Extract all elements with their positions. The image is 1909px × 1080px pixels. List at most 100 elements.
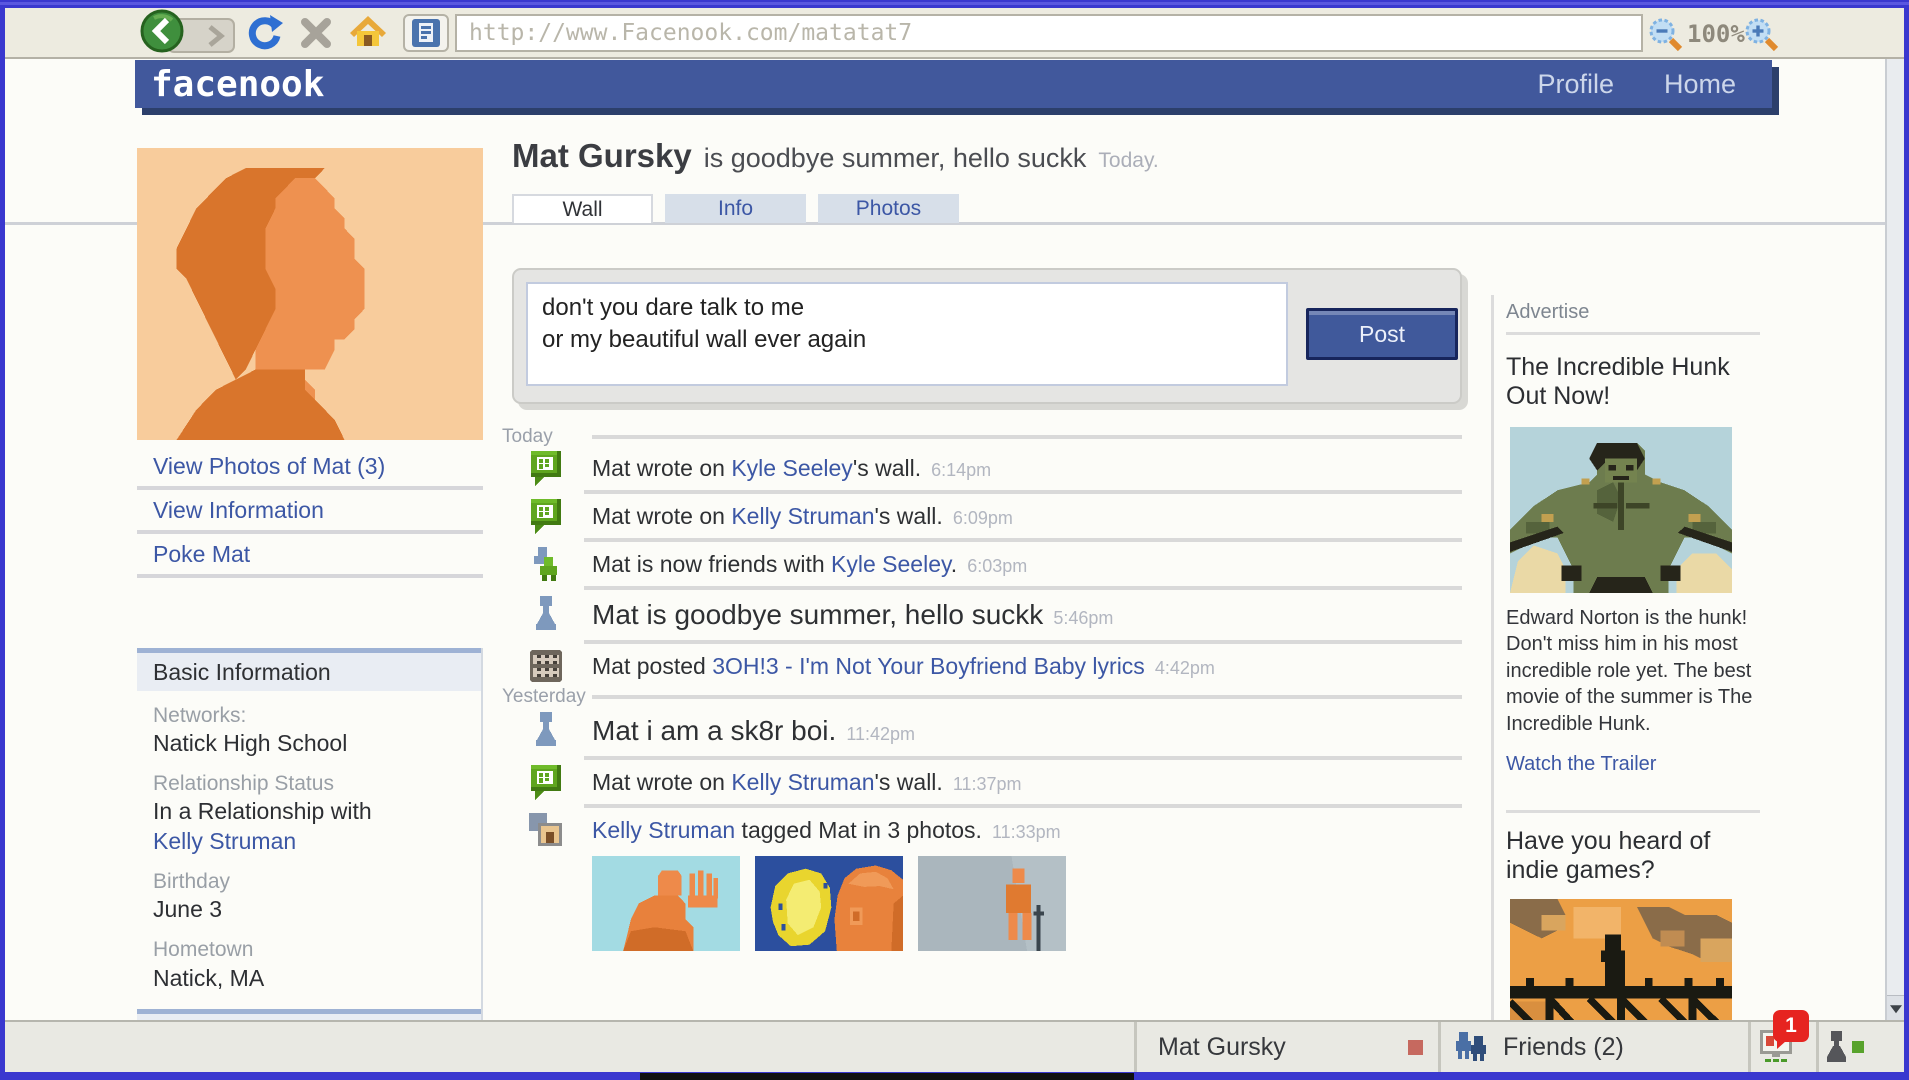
poke-link[interactable]: Poke Mat [153,541,250,568]
statusbar-divider [1816,1022,1819,1072]
feed-entry-segment: Mat i am a sk8r boi. [592,715,836,746]
zoom-in-button[interactable] [1743,16,1780,53]
feed-group-rule [592,435,1462,439]
feed-timestamp: 6:14pm [931,460,991,480]
address-bar[interactable]: http://www.Facenook.com/matatat7 [455,14,1643,52]
feed-entry-link[interactable]: Kyle Seeley [731,455,852,481]
feed-divider [584,538,1462,542]
basic-info-panel: Basic Information Networks:Natick High S… [137,648,483,1020]
scrollbar[interactable] [1885,59,1904,1020]
info-field-label: Birthday [153,869,481,895]
scroll-down-button[interactable] [1887,995,1904,1020]
info-field-value: In a Relationship with [153,797,481,827]
feed-timestamp: 11:33pm [992,822,1061,842]
feed-entry-segment: tagged Mat in 3 photos. [735,817,982,843]
feed-entry-segment: Mat is now friends with [592,551,831,577]
feed-entry-segment: Mat posted [592,653,712,679]
feed-group-rule [592,695,1462,699]
feed-divider [584,640,1462,644]
tagged-photo-1[interactable] [592,856,740,951]
statusbar-divider [1748,1022,1751,1072]
zoom-in-icon [1743,16,1780,53]
wall-post-input[interactable]: don't you dare talk to me or my beautifu… [526,282,1288,386]
info-field-label: Relationship Status [153,771,481,797]
feed-entry-segment: 's wall. [875,503,943,529]
site-logo: facenook [151,64,324,105]
away-status-square [1408,1040,1423,1055]
info-field-label: Networks: [153,703,481,729]
post-button[interactable]: Post [1306,308,1458,360]
feed-entry-link[interactable]: Kelly Struman [731,503,874,529]
zoom-out-button[interactable] [1647,16,1684,53]
watch-trailer-link[interactable]: Watch the Trailer [1506,753,1763,776]
feed-group-row: Today [512,427,1462,447]
feed-entry-link[interactable]: Kelly Struman [731,769,874,795]
nav-profile[interactable]: Profile [1537,69,1614,100]
window-top-border [0,2,1909,5]
site-header: facenook Profile Home [135,60,1772,108]
feed-entry-text: Mat wrote on Kelly Struman's wall.11:37p… [592,769,1022,796]
status-icon [528,596,564,634]
statusbar-divider [1438,1022,1441,1072]
sidebar-link-row: Poke Mat [137,534,483,578]
tab-wall[interactable]: Wall [512,194,653,223]
friends-section-title: Friends (4) [137,1009,481,1020]
feed-divider [584,490,1462,494]
basic-info-title: Basic Information [137,648,481,691]
feed-entry-segment: 's wall. [853,455,921,481]
feed-entry-link[interactable]: Kyle Seeley [831,551,951,577]
tagged-photo-3[interactable] [918,856,1066,951]
feed-group-row: Yesterday [512,687,1462,707]
ad1-body: Edward Norton is the hunk! Don't miss hi… [1506,605,1754,737]
feed-entry-segment: . [951,551,957,577]
feed-entry-link[interactable]: Kelly Struman [592,817,735,843]
ad-sidebar: Advertise The Incredible Hunk Out Now! [1491,295,1763,1020]
home-button[interactable] [349,14,387,52]
info-field-label: Hometown [153,937,481,963]
tagged-photos-row [592,856,1462,951]
ad-divider [1506,810,1760,813]
scroll-down-icon [1890,1005,1902,1013]
stop-button[interactable] [297,14,335,52]
tab-info[interactable]: Info [665,194,806,223]
feed-entry: Mat wrote on Kyle Seeley's wall.6:14pm [512,450,1462,486]
feed-entry-text: Mat wrote on Kyle Seeley's wall.6:14pm [592,455,991,482]
browser-toolbar: http://www.Facenook.com/matatat7 100% [5,8,1904,59]
feed-entry-text: Mat i am a sk8r boi.11:42pm [592,715,915,747]
profile-status-time: Today. [1098,149,1158,173]
friends-tab[interactable]: Friends (2) [1503,1022,1624,1072]
zoom-out-icon [1647,16,1684,53]
feed-entry: Mat is goodbye summer, hello suckk5:46pm [512,594,1462,636]
profile-picture [137,148,483,440]
profile-title: Mat Gursky is goodbye summer, hello suck… [512,137,1159,175]
friends-icon[interactable] [1455,1029,1491,1065]
feed-entry: Mat posted 3OH!3 - I'm Not Your Boyfrien… [512,648,1462,684]
feed-timestamp: 11:37pm [953,774,1022,794]
feed-divider [584,586,1462,590]
refresh-button[interactable] [245,14,283,52]
user-presence-icon[interactable] [1823,1030,1867,1066]
back-button[interactable] [139,8,185,54]
sidebar-link-row: View Information [137,490,483,534]
chat-tab-mat-gursky[interactable]: Mat Gursky [1158,1022,1286,1072]
feed-entry: Mat wrote on Kelly Struman's wall.11:37p… [512,764,1462,800]
view-photos-link[interactable]: View Photos of Mat (3) [153,453,385,480]
nav-home[interactable]: Home [1664,69,1736,100]
header-nav: Profile Home [1537,69,1736,100]
tab-photos[interactable]: Photos [818,194,959,223]
view-information-link[interactable]: View Information [153,497,324,524]
hulk-ad-image [1510,427,1732,593]
advertise-label: Advertise [1506,301,1763,324]
info-field-link[interactable]: Kelly Struman [153,827,481,857]
wall-post-icon [528,497,564,535]
feed-entry-link[interactable]: 3OH!3 - I'm Not Your Boyfriend Baby lyri… [712,653,1145,679]
feed-timestamp: 6:03pm [967,556,1027,576]
indie-ad-image [1510,899,1732,1020]
feed-entry-text: Mat wrote on Kelly Struman's wall.6:09pm [592,503,1013,530]
site-icon-glyph [411,18,441,48]
feed-timestamp: 6:09pm [953,508,1013,528]
feed-timestamp: 5:46pm [1053,608,1113,628]
feed-entry: Kelly Struman tagged Mat in 3 photos. 11:… [512,812,1462,848]
tagged-photo-2[interactable] [755,856,903,951]
back-icon [139,8,185,54]
